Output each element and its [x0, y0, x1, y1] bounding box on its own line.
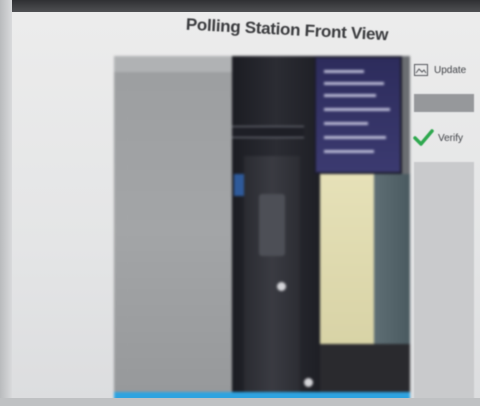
camera-scene-notice-board [314, 56, 402, 174]
camera-scene-blue-light [234, 174, 244, 196]
camera-scene-door-knob [277, 282, 286, 291]
notice-line [324, 108, 390, 111]
camera-view [114, 56, 410, 404]
update-label: Update [434, 64, 467, 76]
progress-bar [414, 94, 474, 112]
notice-line [324, 122, 368, 125]
camera-scene-light [304, 378, 313, 387]
camera-scene-sign [232, 126, 304, 138]
side-panel [414, 162, 474, 402]
monitor-bezel-bottom [0, 398, 480, 406]
notice-line [324, 150, 374, 153]
camera-scene-ceiling [114, 56, 232, 72]
side-controls: Update Verify [410, 52, 480, 402]
checkmark-icon [412, 128, 434, 148]
verify-button[interactable]: Verify [412, 128, 463, 148]
window-title: Polling Station Front View [185, 14, 389, 45]
camera-scene-door [244, 156, 300, 396]
notice-line [324, 136, 386, 139]
image-refresh-icon [414, 64, 428, 76]
monitor-bezel-left [0, 0, 12, 406]
camera-scene-wall [114, 56, 232, 404]
notice-line [324, 70, 364, 73]
verify-label: Verify [438, 132, 464, 144]
notice-line [324, 82, 384, 85]
app-window: Polling Station Front View Update Verify [12, 12, 480, 404]
update-button[interactable]: Update [414, 64, 466, 76]
camera-scene-door-panel [259, 194, 285, 256]
notice-line [324, 94, 376, 97]
